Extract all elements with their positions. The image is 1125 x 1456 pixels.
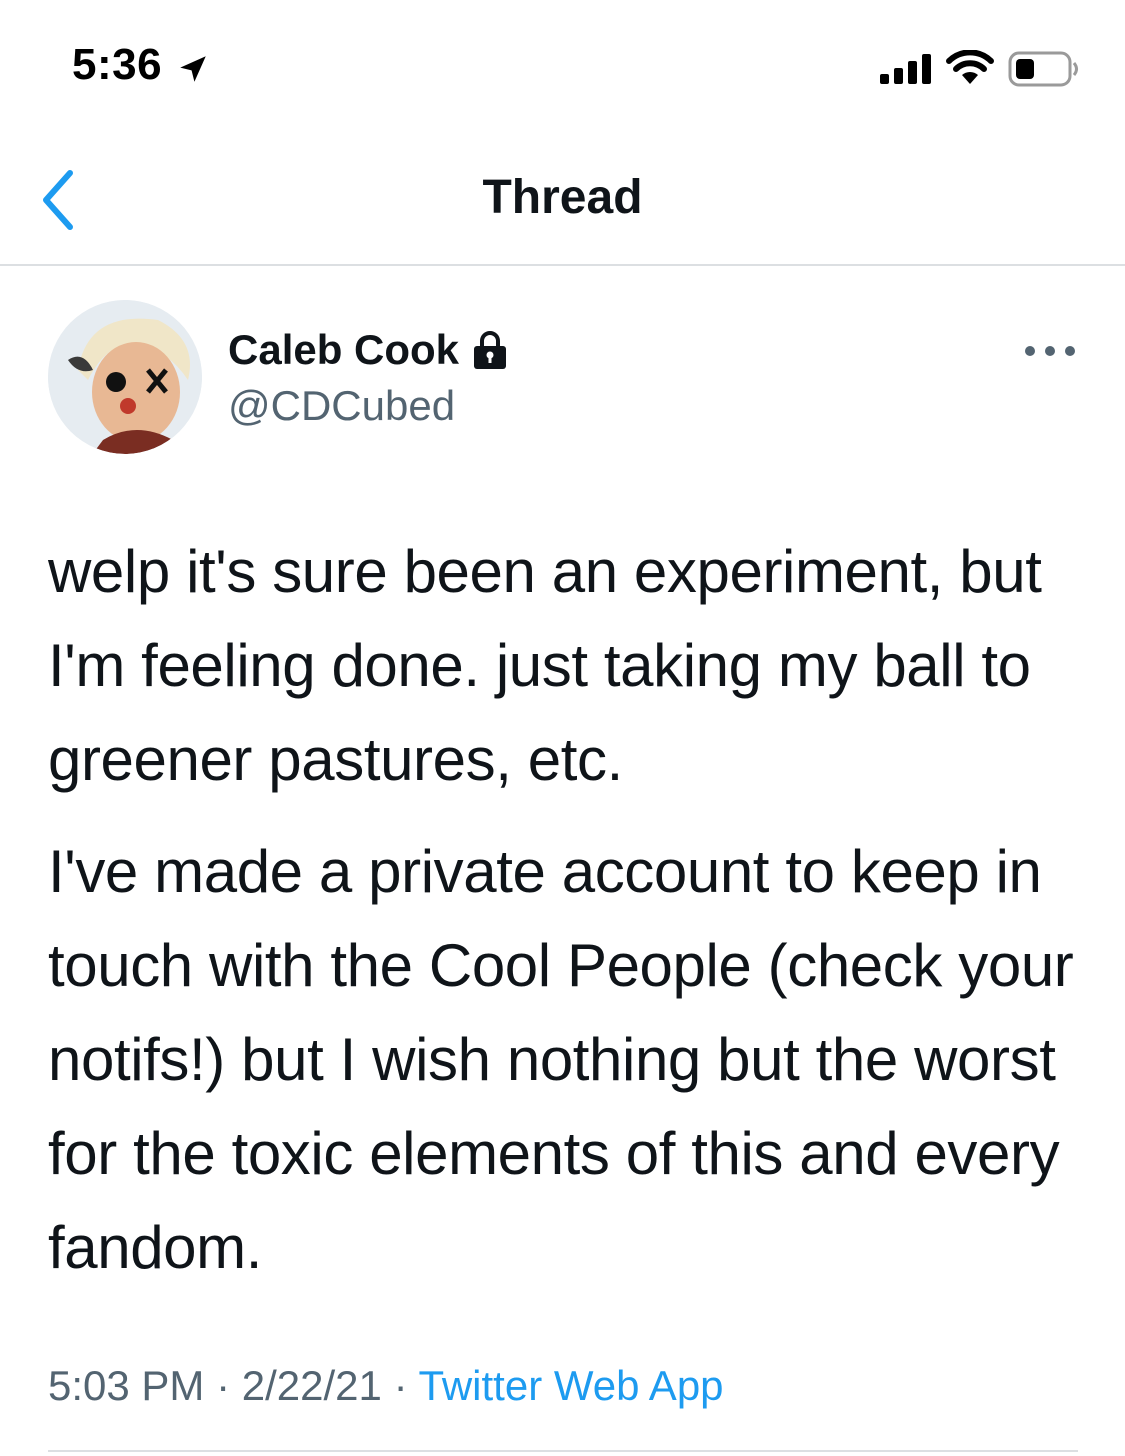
status-bar: 5:36 (0, 0, 1125, 120)
divider (48, 1450, 1078, 1452)
author-name-row: Caleb Cook (228, 326, 509, 374)
battery-icon (1008, 51, 1078, 87)
tweet-source-link[interactable]: Twitter Web App (419, 1362, 724, 1409)
tweet-date: 2/22/21 (241, 1362, 382, 1409)
more-options-button[interactable] (1022, 336, 1078, 366)
page-title: Thread (482, 171, 643, 224)
status-time: 5:36 (72, 40, 163, 89)
nav-bar: Thread (0, 120, 1125, 266)
meta-separator: · (216, 1362, 231, 1409)
author-handle[interactable]: @CDCubed (228, 382, 455, 430)
tweet-paragraph: I've made a private account to keep in t… (48, 838, 1074, 1281)
tweet-paragraph: welp it's sure been an experiment, but I… (48, 538, 1042, 793)
wifi-icon (946, 50, 994, 84)
tweet-meta: 5:03 PM · 2/22/21 · Twitter Web App (48, 1362, 724, 1410)
avatar[interactable] (48, 300, 202, 454)
tweet-time: 5:03 PM (48, 1362, 205, 1409)
display-name[interactable]: Caleb Cook (228, 326, 459, 374)
location-arrow-icon (180, 56, 206, 82)
lock-icon (474, 331, 507, 369)
more-horizontal-icon (1025, 346, 1075, 356)
avatar-image (48, 300, 202, 454)
meta-separator: · (393, 1362, 408, 1409)
cellular-signal-icon (880, 54, 931, 84)
tweet-text: welp it's sure been an experiment, but I… (48, 525, 1088, 1295)
